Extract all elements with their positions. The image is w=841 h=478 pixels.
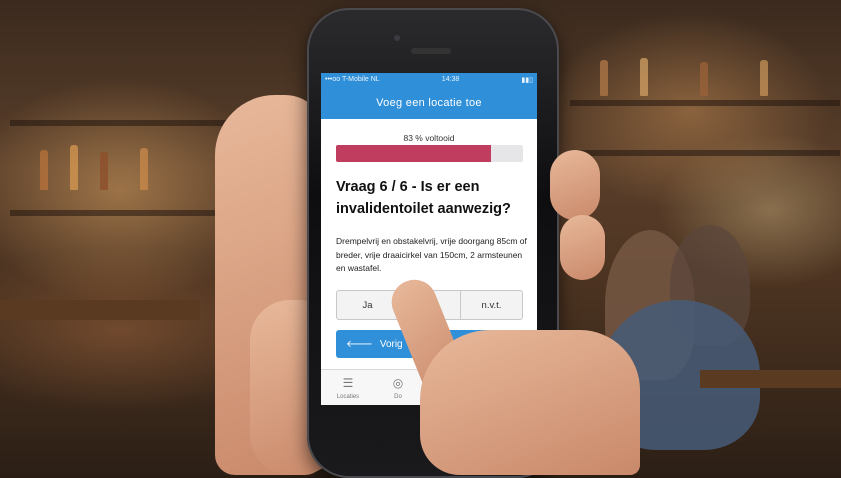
time-label: 14:38 xyxy=(441,76,460,83)
table xyxy=(700,370,841,388)
tab-locaties[interactable]: ☰ Locaties xyxy=(323,374,373,400)
shelf xyxy=(10,210,240,216)
answer-na-button[interactable]: n.v.t. xyxy=(461,291,522,319)
bottle xyxy=(640,58,648,96)
progress-bar xyxy=(336,145,523,162)
right-hand xyxy=(420,330,640,475)
shelf xyxy=(10,120,230,126)
navigation-bar: •••oo T-Mobile NL 14:38 ▮▮▯ Voeg een loc… xyxy=(321,73,537,119)
question-title: Vraag 6 / 6 - Is er een invalidentoilet … xyxy=(336,179,511,217)
answer-yes-button[interactable]: Ja xyxy=(337,291,399,319)
compass-icon: ◎ xyxy=(392,376,404,390)
arrow-left-icon: 🡐 xyxy=(346,339,373,350)
list-icon: ☰ xyxy=(342,376,354,390)
bottle xyxy=(100,152,108,190)
question-description: Drempelvrij en obstakelvrij, vrije doorg… xyxy=(336,236,527,273)
bottle xyxy=(40,150,48,190)
progress-fill xyxy=(336,145,492,162)
bottle xyxy=(700,62,708,96)
right-finger-top xyxy=(550,150,600,220)
previous-label: Vorig xyxy=(379,338,403,350)
bottle xyxy=(600,60,608,96)
bottle xyxy=(70,145,78,190)
bottle xyxy=(140,148,148,190)
status-bar: •••oo T-Mobile NL 14:38 ▮▮▯ xyxy=(325,76,533,88)
carrier-label: •••oo T-Mobile NL xyxy=(325,76,380,83)
bottle xyxy=(760,60,768,96)
front-camera xyxy=(394,35,400,41)
shelf xyxy=(570,100,840,106)
tab-label: Locaties xyxy=(336,394,360,400)
earpiece xyxy=(411,48,451,54)
page-title: Voeg een locatie toe xyxy=(376,97,482,109)
battery-icon: ▮▮▯ xyxy=(521,77,533,84)
tab-second[interactable]: ◎ Do xyxy=(373,374,423,400)
shelf xyxy=(570,150,840,156)
right-finger-middle xyxy=(560,215,605,280)
tab-label: Do xyxy=(394,394,402,400)
progress-label: 83 % voltooid xyxy=(403,133,455,143)
table xyxy=(0,300,200,320)
